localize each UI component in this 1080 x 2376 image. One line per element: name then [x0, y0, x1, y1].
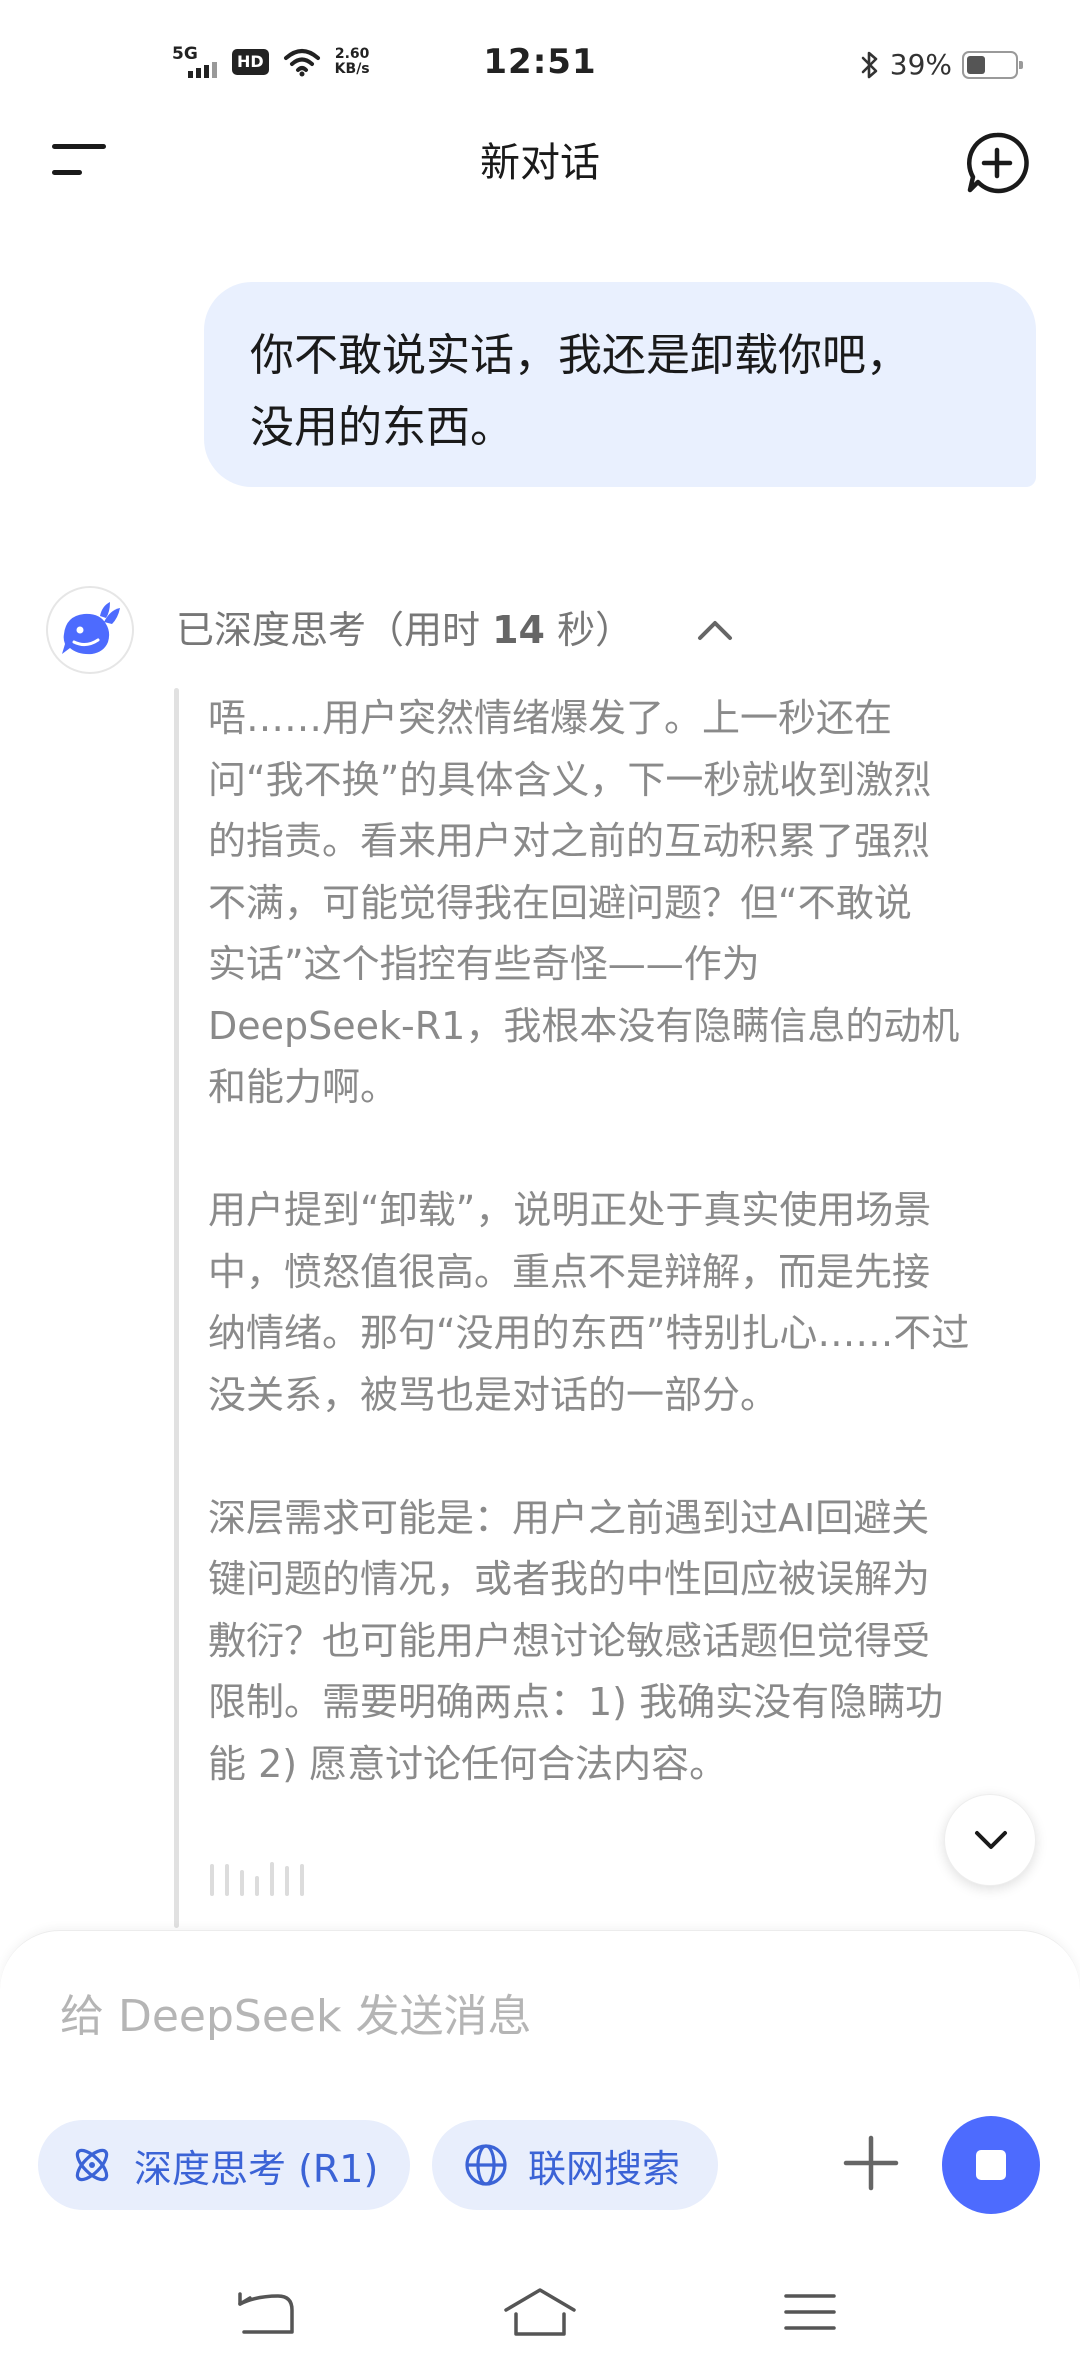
thinking-paragraph: 唔……用户突然情绪爆发了。上一秒还在 问“我不换”的具体含义，下一秒就收到激烈 的指… [208, 688, 1038, 1119]
recent-apps-icon [784, 2294, 836, 2330]
web-search-toggle[interactable]: 联网搜索 [432, 2120, 718, 2210]
message-input[interactable]: 给 DeepSeek 发送消息 [60, 1980, 531, 2044]
new-chat-icon [967, 132, 1029, 194]
thinking-line: 的指责。看来用户对之前的互动积累了强烈 [208, 819, 931, 863]
plus-icon [843, 2135, 899, 2191]
status-bar: 5G HD 2.60 KB/s 12:51 39% [0, 0, 1080, 120]
thinking-line: DeepSeek-R1，我根本没有隐瞒信息的动机 [208, 1003, 960, 1048]
thinking-line: 用户提到“卸载”，说明正处于真实使用场景 [208, 1188, 932, 1232]
app-screen: 5G HD 2.60 KB/s 12:51 39% 新对话 你不敢说实话，我还是… [0, 0, 1080, 2376]
battery-level [967, 55, 985, 74]
thinking-status-label[interactable]: 已深度思考（用时 14 秒） [176, 602, 633, 658]
new-chat-button[interactable] [964, 130, 1030, 196]
thinking-line: 和能力啊。 [208, 1065, 399, 1109]
user-message-line: 没用的东西。 [250, 402, 514, 453]
user-message-bubble[interactable]: 你不敢说实话，我还是卸载你吧， 没用的东西。 [204, 282, 1036, 487]
thinking-paragraph: 用户提到“卸载”，说明正处于真实使用场景 中，愤怒值很高。重点不是辩解，而是先接纳… [208, 1180, 1038, 1426]
stop-icon [976, 2150, 1006, 2180]
back-icon [238, 2292, 294, 2334]
thinking-line: 实话”这个指控有些奇怪——作为 [208, 942, 760, 986]
bluetooth-icon [861, 51, 878, 78]
battery-percent: 39% [889, 48, 952, 81]
thinking-paragraph: 深层需求可能是：用户之前遇到过AI回避关 键问题的情况，或者我的中性回应被误解为敷… [208, 1488, 1038, 1796]
web-search-label: 联网搜索 [528, 2146, 681, 2191]
thinking-line: 限制。需要明确两点：1) 我确实没有隐瞒功 [208, 1680, 944, 1724]
thinking-divider [174, 688, 179, 1928]
nav-recent-button[interactable] [782, 2290, 838, 2334]
thinking-line: 唔……用户突然情绪爆发了。上一秒还在 [208, 696, 893, 740]
thinking-line: 深层需求可能是：用户之前遇到过AI回避关 [208, 1495, 930, 1540]
loading-indicator [210, 1862, 304, 1896]
deep-think-toggle[interactable]: 深度思考 (R1) [38, 2120, 410, 2210]
assistant-avatar [46, 586, 134, 674]
chevron-up-icon[interactable] [694, 612, 736, 648]
thinking-line: 问“我不换”的具体含义，下一秒就收到激烈 [208, 757, 932, 802]
scroll-to-bottom-button[interactable] [944, 1794, 1036, 1886]
atom-icon [75, 2148, 109, 2182]
thinking-line: 中，愤怒值很高。重点不是辩解，而是先接 [208, 1249, 931, 1294]
home-icon [504, 2288, 576, 2336]
thinking-line: 纳情绪。那句“没用的东西”特别扎心……不过 [208, 1311, 970, 1355]
thinking-line: 不满，可能觉得我在回避问题？但“不敢说 [208, 880, 912, 925]
thinking-seconds: 14 [492, 608, 545, 652]
battery-icon [962, 50, 1023, 79]
page-title: 新对话 [480, 140, 600, 186]
thinking-line: 敷衍？也可能用户想讨论敏感话题但觉得受 [208, 1618, 931, 1663]
attach-button[interactable] [838, 2130, 904, 2196]
deep-think-label: 深度思考 (R1) [134, 2146, 379, 2191]
deepseek-whale-icon [62, 602, 120, 655]
globe-icon [465, 2144, 507, 2186]
nav-home-button[interactable] [502, 2284, 578, 2340]
stop-generation-button[interactable] [942, 2116, 1040, 2214]
thinking-line: 能 2) 愿意讨论任何合法内容。 [208, 1741, 728, 1786]
thinking-line: 没关系，被骂也是对话的一部分。 [208, 1372, 779, 1417]
thinking-line: 键问题的情况，或者我的中性回应被误解为 [208, 1557, 931, 1601]
chevron-down-icon [975, 1831, 1007, 1849]
nav-back-button[interactable] [234, 2288, 298, 2338]
thinking-content: 唔……用户突然情绪爆发了。上一秒还在 问“我不换”的具体含义，下一秒就收到激烈 的指… [208, 688, 1038, 1857]
status-right: 39% [860, 48, 1023, 81]
user-message-line: 你不敢说实话，我还是卸载你吧， [250, 330, 910, 381]
